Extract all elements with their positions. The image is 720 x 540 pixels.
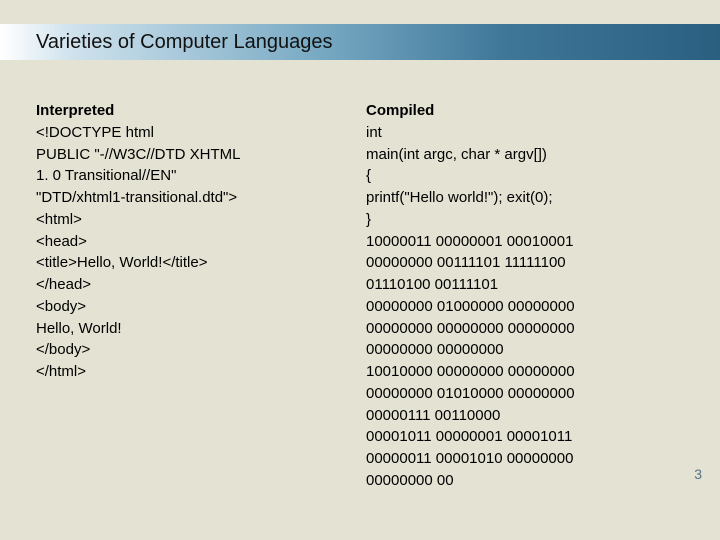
compiled-code: int main(int argc, char * argv[]) { prin…	[366, 124, 575, 489]
compiled-heading: Compiled	[366, 102, 434, 119]
title-bar: Varieties of Computer Languages	[0, 24, 720, 60]
content-columns: Interpreted <!DOCTYPE html PUBLIC "-//W3…	[36, 100, 684, 492]
interpreted-column: Interpreted <!DOCTYPE html PUBLIC "-//W3…	[36, 100, 336, 492]
interpreted-code: <!DOCTYPE html PUBLIC "-//W3C//DTD XHTML…	[36, 124, 241, 380]
interpreted-heading: Interpreted	[36, 102, 114, 119]
slide-title: Varieties of Computer Languages	[36, 31, 332, 54]
compiled-column: Compiled int main(int argc, char * argv[…	[366, 100, 684, 492]
page-number: 3	[694, 466, 702, 482]
